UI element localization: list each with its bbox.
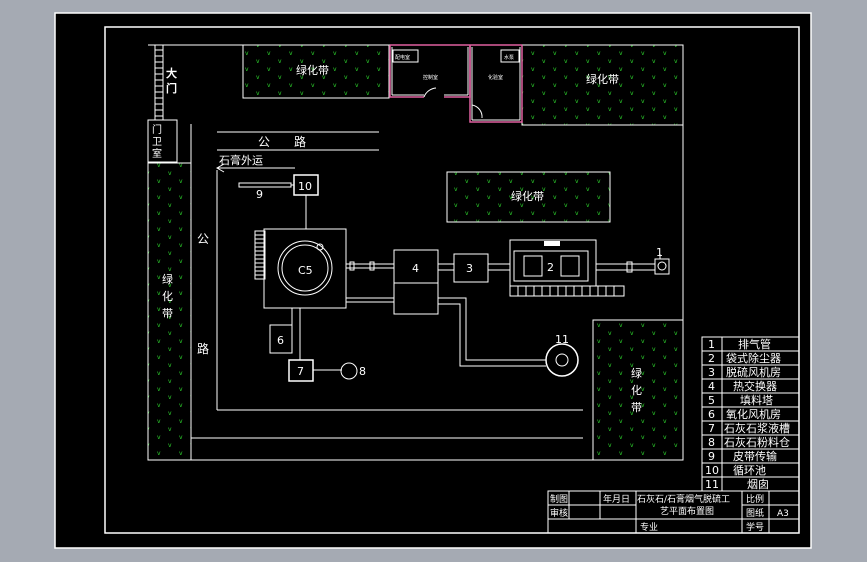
guard-room-label-1: 门	[152, 123, 162, 136]
title-scale: 比例	[746, 493, 764, 505]
legend-num: 7	[708, 422, 715, 435]
legend-name: 填料塔	[740, 393, 773, 407]
legend-num: 11	[705, 478, 719, 491]
title-drawn: 制图	[550, 493, 568, 505]
bag-filter-cap	[544, 241, 560, 246]
legend-num: 6	[708, 408, 715, 421]
gate-label-1: 大	[166, 66, 177, 80]
legend-name: 热交换器	[733, 379, 777, 393]
green-belt-bottom-right-label-1: 绿	[631, 366, 642, 380]
green-belt-left-label-1: 绿	[162, 272, 173, 286]
legend-name: 循环池	[733, 464, 766, 477]
road-left-label-1: 公	[197, 232, 209, 246]
label-4: 4	[412, 262, 419, 275]
green-belt-left-label-3: 带	[162, 307, 173, 320]
guard-room-label-2: 卫	[152, 137, 162, 148]
green-belt-middle-label: 绿化带	[511, 189, 544, 203]
legend-name: 氧化风机房	[726, 407, 781, 421]
label-6: 6	[277, 334, 284, 347]
room-label-4: 化验室	[488, 74, 503, 81]
legend-name: 脱硫风机房	[726, 365, 781, 379]
label-3: 3	[466, 262, 473, 275]
road-left-label-2: 路	[197, 341, 209, 356]
label-8: 8	[359, 365, 366, 378]
legend-name: 石灰石粉料仓	[724, 435, 790, 449]
label-7: 7	[297, 365, 304, 378]
heat-exchanger-bottom	[393, 282, 439, 315]
drawing-canvas: v v 大 门 门 卫 室 绿化带 绿化带 绿化带 绿 化 带	[54, 12, 812, 549]
title-no: 学号	[746, 521, 764, 533]
title-major: 专业	[640, 521, 658, 533]
exhaust-pipe	[654, 258, 670, 275]
legend-num: 4	[708, 380, 715, 393]
legend-name: 袋式除尘器	[726, 351, 781, 365]
legend-num: 2	[708, 352, 715, 365]
title-date: 年月日	[603, 493, 630, 505]
title-line-2: 艺平面布置图	[660, 505, 714, 517]
label-10: 10	[298, 180, 312, 193]
label-5: C5	[298, 264, 313, 277]
belt-conveyor	[238, 182, 292, 188]
title-line-1: 石灰石/石膏烟气脱硫工	[637, 493, 730, 505]
title-sheet: 图纸	[746, 507, 764, 519]
legend-num: 5	[708, 394, 715, 407]
green-belt-left-label-2: 化	[162, 289, 173, 303]
green-belt-bottom-right-label-3: 带	[631, 401, 642, 414]
legend-name: 排气管	[738, 337, 771, 351]
legend-num: 9	[708, 450, 715, 463]
legend-num: 1	[708, 338, 715, 351]
gate-label-2: 门	[166, 81, 177, 95]
room-label-1: 配电室	[395, 54, 410, 61]
guard-room-label-3: 室	[152, 147, 162, 160]
road-top-label: 公 路	[258, 134, 306, 149]
legend-name: 皮带传输	[733, 449, 777, 463]
label-9: 9	[256, 188, 263, 201]
green-belt-top-right-label: 绿化带	[586, 72, 619, 86]
room-label-2: 水泵	[504, 54, 514, 61]
label-1: 1	[656, 246, 663, 259]
label-11: 11	[555, 333, 569, 346]
legend-name: 烟囱	[747, 477, 769, 491]
green-belt-bottom-right-label-2: 化	[631, 383, 642, 397]
green-belt-top-left-label: 绿化带	[296, 63, 329, 77]
label-2: 2	[547, 261, 554, 274]
legend-name: 石灰石浆液槽	[724, 421, 790, 435]
title-checked: 审核	[550, 507, 568, 519]
legend-num: 3	[708, 366, 715, 379]
room-label-3: 控制室	[423, 74, 438, 81]
legend-num: 10	[705, 464, 719, 477]
title-sheet-size: A3	[777, 509, 789, 519]
legend-num: 8	[708, 436, 715, 449]
gypsum-out-label: 石膏外运	[219, 153, 263, 167]
